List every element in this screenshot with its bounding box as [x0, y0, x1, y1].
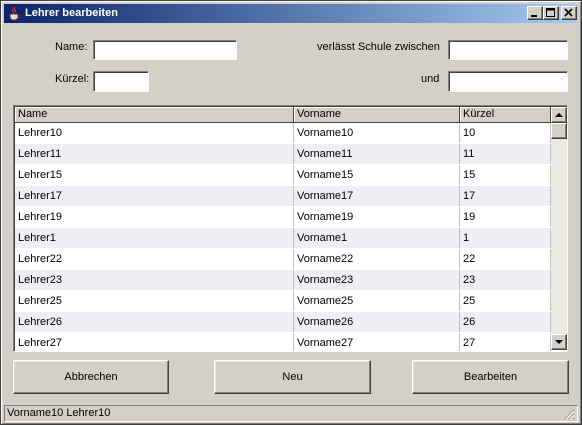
cell-kuerzel: 27 [460, 333, 551, 351]
cell-kuerzel: 10 [460, 123, 551, 143]
cell-name: Lehrer22 [15, 249, 294, 269]
cell-vorname: Vorname15 [294, 165, 460, 185]
cancel-button[interactable]: Abbrechen [13, 360, 169, 394]
cell-name: Lehrer1 [15, 228, 294, 248]
resize-grip-icon[interactable] [563, 408, 575, 420]
window-title: Lehrer bearbeiten [25, 7, 118, 19]
vertical-scrollbar[interactable] [551, 107, 567, 350]
table-row[interactable]: Lehrer1 Vorname1 1 [15, 228, 551, 249]
new-button[interactable]: Neu [214, 360, 371, 394]
table-row[interactable]: Lehrer27 Vorname27 27 [15, 333, 551, 351]
table-row[interactable]: Lehrer23 Vorname23 23 [15, 270, 551, 291]
cell-name: Lehrer19 [15, 207, 294, 227]
status-bar: Vorname10 Lehrer10 [4, 405, 578, 422]
cell-vorname: Vorname1 [294, 228, 460, 248]
and-label: und [421, 73, 440, 85]
title-bar[interactable]: Lehrer bearbeiten [4, 4, 578, 23]
cell-name: Lehrer25 [15, 291, 294, 311]
name-input[interactable] [93, 40, 237, 60]
maximize-button[interactable] [543, 6, 559, 20]
cell-vorname: Vorname25 [294, 291, 460, 311]
cell-vorname: Vorname17 [294, 186, 460, 206]
minimize-button[interactable] [527, 6, 543, 20]
cell-vorname: Vorname11 [294, 144, 460, 164]
cell-name: Lehrer26 [15, 312, 294, 332]
cell-name: Lehrer15 [15, 165, 294, 185]
leaves-to-input[interactable] [448, 71, 568, 92]
cell-name: Lehrer11 [15, 144, 294, 164]
name-label: Name: [55, 41, 88, 53]
cell-kuerzel: 19 [460, 207, 551, 227]
teacher-table[interactable]: Name Vorname Kürzel Lehrer10 Vorname10 10 L… [13, 105, 568, 352]
cell-name: Lehrer23 [15, 270, 294, 290]
cell-vorname: Vorname26 [294, 312, 460, 332]
leaves-school-label: verlässt Schule zwischen [317, 41, 440, 53]
cell-vorname: Vorname22 [294, 249, 460, 269]
cell-kuerzel: 1 [460, 228, 551, 248]
cell-vorname: Vorname19 [294, 207, 460, 227]
column-header-name[interactable]: Name [15, 107, 294, 123]
table-row[interactable]: Lehrer11 Vorname11 11 [15, 144, 551, 165]
table-body: Lehrer10 Vorname10 10 Lehrer11 Vorname11 11 Le… [15, 123, 551, 351]
cell-kuerzel: 17 [460, 186, 551, 206]
cell-vorname: Vorname23 [294, 270, 460, 290]
cell-kuerzel: 22 [460, 249, 551, 269]
cell-vorname: Vorname10 [294, 123, 460, 143]
table-row[interactable]: Lehrer22 Vorname22 22 [15, 249, 551, 270]
cell-kuerzel: 25 [460, 291, 551, 311]
edit-button[interactable]: Bearbeiten [412, 360, 569, 394]
table-row[interactable]: Lehrer25 Vorname25 25 [15, 291, 551, 312]
window: Lehrer bearbeiten Name: Kürzel: verlässt… [0, 0, 582, 425]
cell-kuerzel: 23 [460, 270, 551, 290]
scroll-up-button[interactable] [551, 107, 567, 123]
table-row[interactable]: Lehrer15 Vorname15 15 [15, 165, 551, 186]
leaves-from-input[interactable] [448, 40, 568, 60]
table-header: Name Vorname Kürzel [15, 107, 551, 123]
table-row[interactable]: Lehrer17 Vorname17 17 [15, 186, 551, 207]
table-row[interactable]: Lehrer19 Vorname19 19 [15, 207, 551, 228]
cell-kuerzel: 26 [460, 312, 551, 332]
cell-vorname: Vorname27 [294, 333, 460, 351]
kuerzel-input[interactable] [93, 71, 149, 92]
cell-kuerzel: 15 [460, 165, 551, 185]
scroll-down-button[interactable] [551, 334, 567, 350]
java-cup-icon [7, 6, 22, 21]
cell-name: Lehrer17 [15, 186, 294, 206]
table-row[interactable]: Lehrer10 Vorname10 10 [15, 123, 551, 144]
cell-name: Lehrer10 [15, 123, 294, 143]
cell-name: Lehrer27 [15, 333, 294, 351]
close-button[interactable] [561, 6, 577, 20]
scroll-thumb[interactable] [551, 123, 567, 139]
column-header-vorname[interactable]: Vorname [294, 107, 460, 123]
column-header-kuerzel[interactable]: Kürzel [460, 107, 551, 123]
cell-kuerzel: 11 [460, 144, 551, 164]
status-text: Vorname10 Lehrer10 [7, 407, 111, 419]
table-row[interactable]: Lehrer26 Vorname26 26 [15, 312, 551, 333]
kuerzel-label: Kürzel: [55, 73, 90, 85]
